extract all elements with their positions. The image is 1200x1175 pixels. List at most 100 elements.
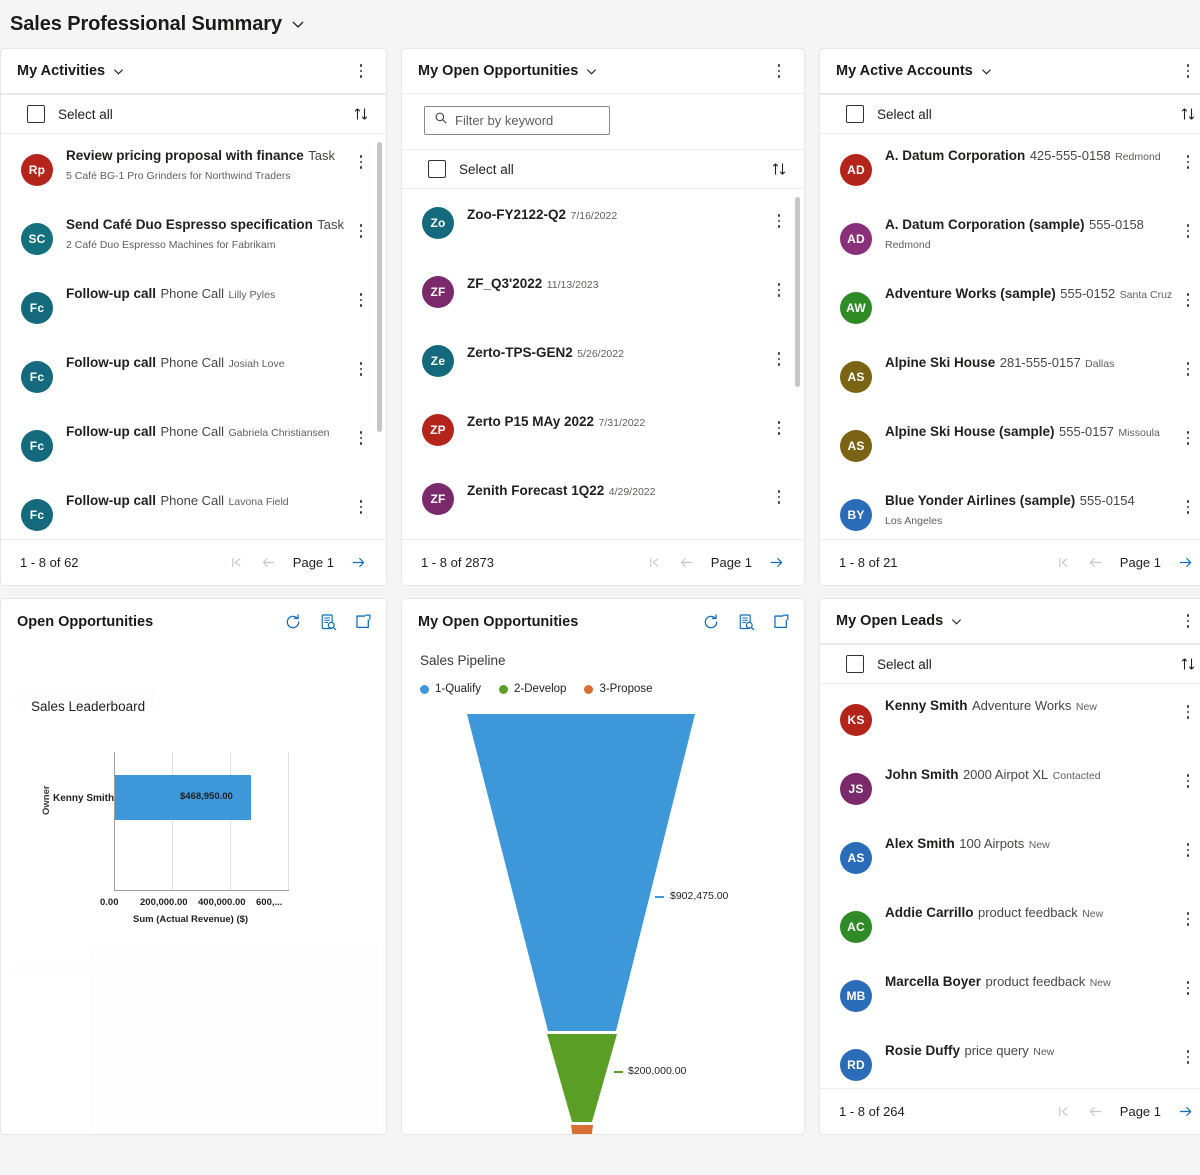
list-item[interactable]: RD Rosie Duffy price query New <box>820 1031 1200 1088</box>
list-item-more-options-icon[interactable] <box>1177 1044 1199 1070</box>
list-item-more-options-icon[interactable] <box>1177 975 1199 1001</box>
view-records-icon[interactable] <box>737 613 755 631</box>
list-item-more-options-icon[interactable] <box>768 484 790 510</box>
search-input[interactable]: Filter by keyword <box>424 106 610 135</box>
search-placeholder: Filter by keyword <box>455 113 553 128</box>
pager-previous-page-icon[interactable] <box>1082 1098 1110 1126</box>
list-item-more-options-icon[interactable] <box>768 415 790 441</box>
my-activities-chevron-down-icon[interactable] <box>113 66 124 77</box>
list-item-more-options-icon[interactable] <box>1177 356 1199 382</box>
pager-first-page-icon[interactable] <box>1050 549 1078 577</box>
list-item-more-options-icon[interactable] <box>1177 494 1199 520</box>
list-item[interactable]: AS Alex Smith 100 Airpots New <box>820 824 1200 893</box>
pager-first-page-icon[interactable] <box>1050 1098 1078 1126</box>
my-activities-more-options-icon[interactable] <box>350 58 372 84</box>
list-item-more-options-icon[interactable] <box>1177 287 1199 313</box>
my-activities-list[interactable]: Rp Review pricing proposal with finance … <box>1 134 386 539</box>
x-axis-line <box>114 890 289 891</box>
pager-next-page-icon[interactable] <box>762 549 790 577</box>
list-item-more-options-icon[interactable] <box>1177 425 1199 451</box>
list-item[interactable]: Ze Zerto-TPS-GEN2 5/26/2022 <box>402 333 804 402</box>
list-item-more-options-icon[interactable] <box>1177 699 1199 725</box>
my-activities-sort-icon[interactable] <box>351 104 371 124</box>
list-item-more-options-icon[interactable] <box>1177 768 1199 794</box>
my-active-accounts-chevron-down-icon[interactable] <box>981 66 992 77</box>
my-open-leads-sort-icon[interactable] <box>1178 654 1198 674</box>
list-item[interactable]: ZF Zenith Forecast 1Q22 4/29/2022 <box>402 471 804 539</box>
list-item[interactable]: BY Blue Yonder Airlines (sample) 555-015… <box>820 481 1200 539</box>
pager-previous-page-icon[interactable] <box>255 549 283 577</box>
list-item[interactable]: JS John Smith 2000 Airpot XL Contacted <box>820 755 1200 824</box>
my-active-accounts-select-all-checkbox[interactable] <box>846 105 864 123</box>
list-item[interactable]: ZP Zerto P15 MAy 2022 7/31/2022 <box>402 402 804 471</box>
list-item-more-options-icon[interactable] <box>350 494 372 520</box>
list-item[interactable]: AW Adventure Works (sample) 555-0152 San… <box>820 274 1200 343</box>
my-active-accounts-more-options-icon[interactable] <box>1177 58 1199 84</box>
open-opportunities-chart-header: Open Opportunities <box>1 599 386 645</box>
my-open-opportunities-chevron-down-icon[interactable] <box>586 66 597 77</box>
page-title-chevron-down-icon[interactable] <box>291 17 305 31</box>
legend-item[interactable]: 1-Qualify <box>420 683 481 695</box>
my-open-leads-chevron-down-icon[interactable] <box>951 616 962 627</box>
my-open-opportunities-chart-header: My Open Opportunities <box>402 599 804 645</box>
refresh-icon[interactable] <box>702 613 720 631</box>
my-open-leads-more-options-icon[interactable] <box>1177 608 1199 634</box>
list-item-more-options-icon[interactable] <box>350 287 372 313</box>
list-item[interactable]: AS Alpine Ski House (sample) 555-0157 Mi… <box>820 412 1200 481</box>
list-item[interactable]: ZF ZF_Q3'2022 11/13/2023 <box>402 264 804 333</box>
pager-next-page-icon[interactable] <box>1171 1098 1199 1126</box>
refresh-icon[interactable] <box>284 613 302 631</box>
pager-previous-page-icon[interactable] <box>1082 549 1110 577</box>
popout-icon[interactable] <box>772 613 790 631</box>
view-records-icon[interactable] <box>319 613 337 631</box>
my-open-opportunities-list[interactable]: Zo Zoo-FY2122-Q2 7/16/2022 ZF ZF_Q3'2022… <box>402 189 804 539</box>
list-item[interactable]: Fc Follow-up call Phone Call Lavona Fiel… <box>1 481 386 539</box>
pager-next-page-icon[interactable] <box>1171 549 1199 577</box>
my-open-opportunities-scrollbar[interactable] <box>795 197 800 387</box>
my-activities-scrollbar[interactable] <box>377 142 382 432</box>
list-item[interactable]: Fc Follow-up call Phone Call Lilly Pyles <box>1 274 386 343</box>
pager-previous-page-icon[interactable] <box>673 549 701 577</box>
my-open-opportunities-select-all-checkbox[interactable] <box>428 160 446 178</box>
pager-next-page-icon[interactable] <box>344 549 372 577</box>
list-item-more-options-icon[interactable] <box>350 356 372 382</box>
list-item[interactable]: Rp Review pricing proposal with finance … <box>1 136 386 205</box>
list-item-more-options-icon[interactable] <box>768 277 790 303</box>
my-open-leads-list[interactable]: KS Kenny Smith Adventure Works New JS Jo… <box>820 684 1200 1088</box>
pager-first-page-icon[interactable] <box>223 549 251 577</box>
my-open-leads-select-all-checkbox[interactable] <box>846 655 864 673</box>
my-activities-select-all-checkbox[interactable] <box>27 105 45 123</box>
list-item-more-options-icon[interactable] <box>350 149 372 175</box>
list-item-more-options-icon[interactable] <box>1177 149 1199 175</box>
list-item[interactable]: AD A. Datum Corporation 425-555-0158 Red… <box>820 136 1200 205</box>
pager-first-page-icon[interactable] <box>641 549 669 577</box>
list-item[interactable]: Fc Follow-up call Phone Call Josiah Love <box>1 343 386 412</box>
list-item[interactable]: KS Kenny Smith Adventure Works New <box>820 686 1200 755</box>
list-item-more-options-icon[interactable] <box>1177 837 1199 863</box>
list-item[interactable]: Fc Follow-up call Phone Call Gabriela Ch… <box>1 412 386 481</box>
list-item-more-options-icon[interactable] <box>1177 218 1199 244</box>
my-open-opportunities-more-options-icon[interactable] <box>768 58 790 84</box>
sales-pipeline-funnel-chart[interactable]: Sales Pipeline 1-Qualify 2-Develop 3-Pro… <box>402 645 804 1134</box>
avatar: Fc <box>21 292 53 324</box>
my-active-accounts-sort-icon[interactable] <box>1178 104 1198 124</box>
list-item[interactable]: AS Alpine Ski House 281-555-0157 Dallas <box>820 343 1200 412</box>
list-item[interactable]: Zo Zoo-FY2122-Q2 7/16/2022 <box>402 195 804 264</box>
list-item-more-options-icon[interactable] <box>350 425 372 451</box>
list-item[interactable]: AD A. Datum Corporation (sample) 555-015… <box>820 205 1200 274</box>
list-item-more-options-icon[interactable] <box>768 346 790 372</box>
list-item[interactable]: AC Addie Carrillo product feedback New <box>820 893 1200 962</box>
list-item-more-options-icon[interactable] <box>1177 906 1199 932</box>
list-item-more-options-icon[interactable] <box>768 208 790 234</box>
card-my-active-accounts: My Active Accounts Select all AD <box>819 48 1200 586</box>
legend-item[interactable]: 3-Propose <box>584 683 652 695</box>
my-open-opportunities-sort-icon[interactable] <box>769 159 789 179</box>
list-item[interactable]: SC Send Café Duo Espresso specification … <box>1 205 386 274</box>
legend-item[interactable]: 2-Develop <box>499 683 566 695</box>
list-item-more-options-icon[interactable] <box>350 218 372 244</box>
my-active-accounts-list[interactable]: AD A. Datum Corporation 425-555-0158 Red… <box>820 134 1200 539</box>
popout-icon[interactable] <box>354 613 372 631</box>
sales-leaderboard-chart[interactable]: Sales Leaderboard $468,950.00 Kenny Smit… <box>1 645 386 1134</box>
list-item[interactable]: MB Marcella Boyer product feedback New <box>820 962 1200 1031</box>
list-item-title: Blue Yonder Airlines (sample) <box>885 493 1075 508</box>
